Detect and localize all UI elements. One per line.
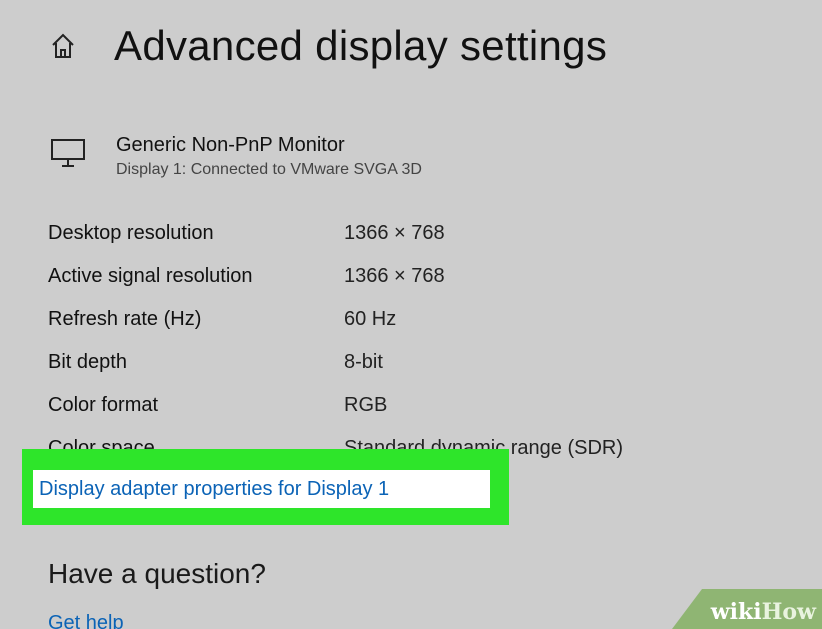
page-header: Advanced display settings: [50, 22, 607, 70]
page-title: Advanced display settings: [114, 22, 608, 69]
watermark-text: wikiHow: [711, 599, 816, 625]
property-value: 8-bit: [344, 351, 383, 373]
property-row: Bit depth 8-bit: [48, 341, 623, 384]
display-adapter-properties-link[interactable]: Display adapter properties for Display 1: [33, 478, 389, 501]
property-row: Active signal resolution 1366 × 768: [48, 255, 623, 298]
property-row: Refresh rate (Hz) 60 Hz: [48, 298, 623, 341]
property-label: Color format: [48, 394, 159, 416]
property-row: Desktop resolution 1366 × 768: [48, 212, 623, 255]
property-label: Desktop resolution: [48, 222, 214, 244]
property-row: Color format RGB: [48, 384, 623, 427]
property-value: 1366 × 768: [344, 222, 445, 244]
watermark-how: How: [761, 599, 816, 625]
property-label: Bit depth: [48, 351, 127, 373]
display-properties: Desktop resolution 1366 × 768 Active sig…: [48, 212, 623, 470]
monitor-text: Generic Non-PnP Monitor Display 1: Conne…: [116, 132, 422, 182]
property-value: 60 Hz: [344, 308, 397, 330]
monitor-icon: [50, 138, 86, 170]
adapter-link-container: Display adapter properties for Display 1: [33, 470, 490, 508]
monitor-name: Generic Non-PnP Monitor: [116, 134, 345, 156]
watermark-wiki: wiki: [710, 599, 762, 625]
monitor-info: Generic Non-PnP Monitor Display 1: Conne…: [50, 132, 422, 182]
property-value: 1366 × 768: [344, 265, 445, 287]
wikihow-watermark: wikiHow: [672, 589, 822, 629]
get-help-link[interactable]: Get help: [48, 612, 124, 629]
property-value: RGB: [344, 394, 388, 416]
monitor-connection: Display 1: Connected to VMware SVGA 3D: [116, 161, 422, 178]
property-label: Active signal resolution: [48, 265, 253, 287]
advanced-display-settings-page: Advanced display settings Generic Non-Pn…: [0, 0, 822, 629]
question-heading: Have a question?: [48, 558, 266, 589]
property-label: Refresh rate (Hz): [48, 308, 202, 330]
home-icon[interactable]: [50, 32, 76, 60]
